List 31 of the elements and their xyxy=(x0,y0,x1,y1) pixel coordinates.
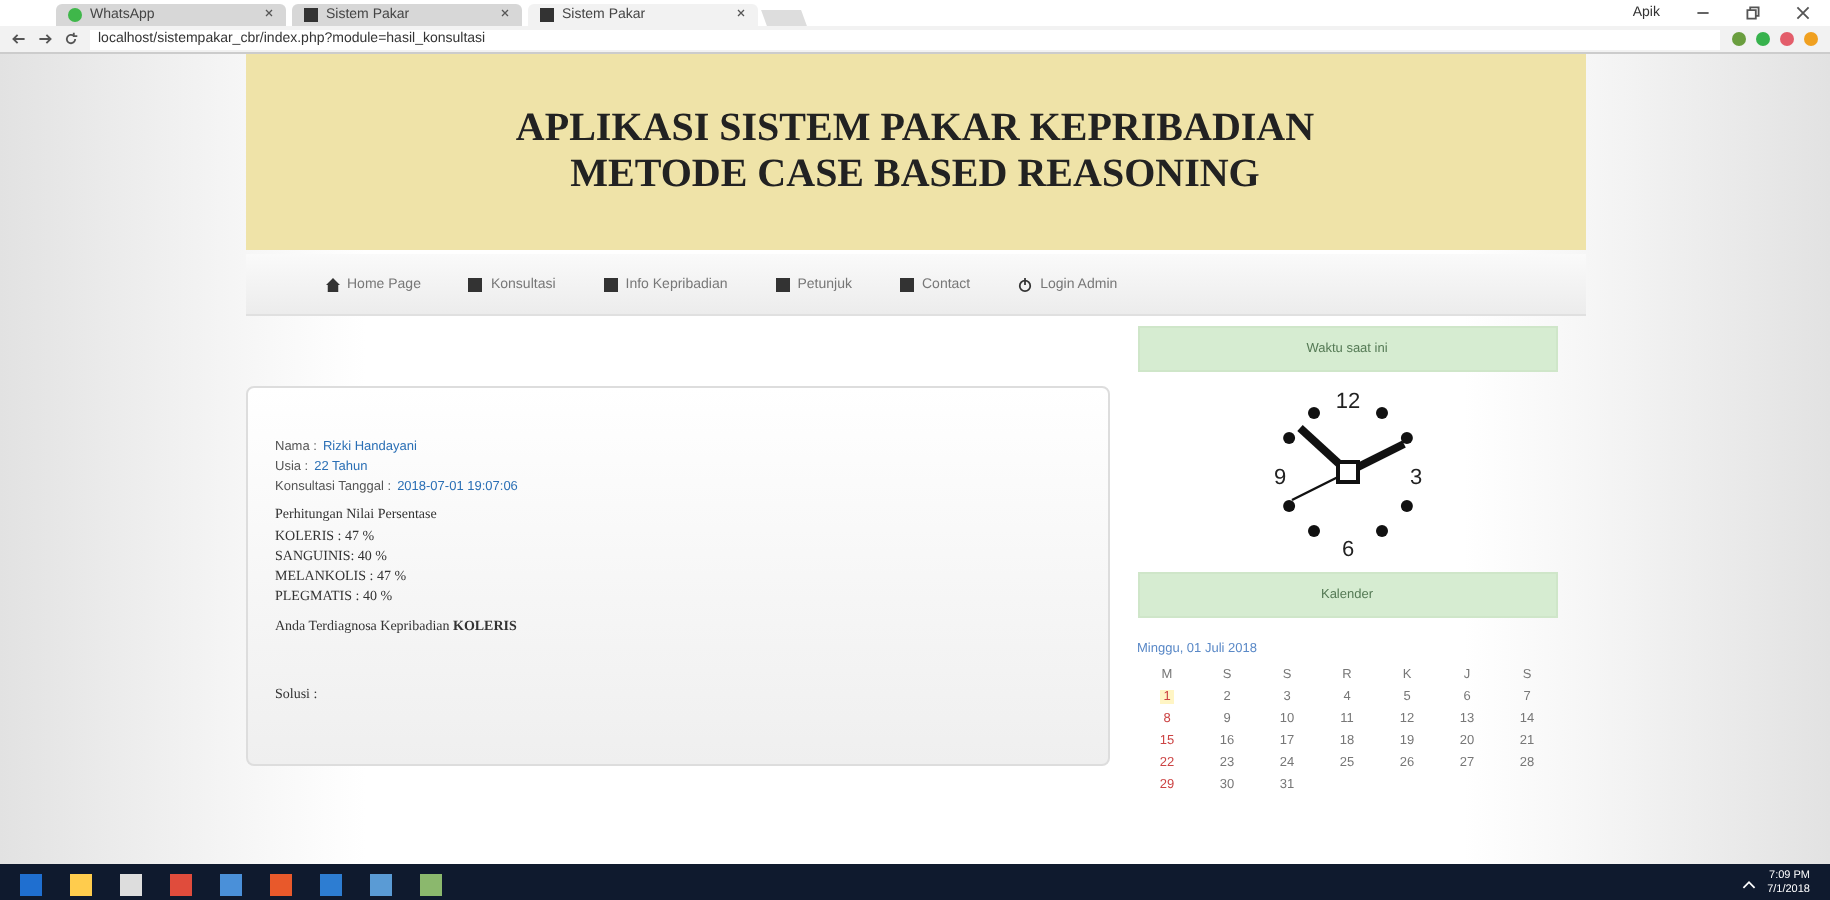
close-icon[interactable] xyxy=(264,8,274,18)
minimize-icon[interactable] xyxy=(1696,6,1710,20)
power-icon xyxy=(1018,277,1033,291)
clock-numeral: 9 xyxy=(1272,466,1286,490)
taskbar-app-icon[interactable] xyxy=(370,873,392,895)
clock-numeral: 3 xyxy=(1408,466,1422,490)
square-icon xyxy=(775,277,790,291)
taskbar-app-icon[interactable] xyxy=(420,873,442,895)
chat-icon xyxy=(68,8,82,22)
forward-icon[interactable] xyxy=(38,32,52,46)
square-icon xyxy=(603,277,618,291)
page-icon xyxy=(304,8,318,22)
clock-numeral: 6 xyxy=(1340,538,1354,562)
close-icon[interactable] xyxy=(1796,6,1810,20)
home-icon xyxy=(325,277,339,291)
chevron-icon[interactable] xyxy=(1741,877,1756,891)
taskbar-app-icon[interactable] xyxy=(120,873,142,895)
close-icon[interactable] xyxy=(736,8,746,18)
site-title: APLIKASI SISTEM PAKAR KEPRIBADIAN xyxy=(515,106,1315,152)
clock-face-drawing xyxy=(1282,407,1412,537)
taskbar-app-icon[interactable] xyxy=(220,873,242,895)
taskbar-app-icon[interactable] xyxy=(70,873,92,895)
site-title: METODE CASE BASED REASONING xyxy=(570,152,1260,198)
square-icon xyxy=(468,277,483,291)
page-icon xyxy=(540,8,554,22)
close-icon[interactable] xyxy=(500,8,510,18)
restore-icon[interactable] xyxy=(1746,6,1760,20)
square-icon xyxy=(900,277,914,291)
back-icon[interactable] xyxy=(12,32,26,46)
clock-numeral: 12 xyxy=(1334,390,1360,414)
reload-icon[interactable] xyxy=(64,32,78,46)
